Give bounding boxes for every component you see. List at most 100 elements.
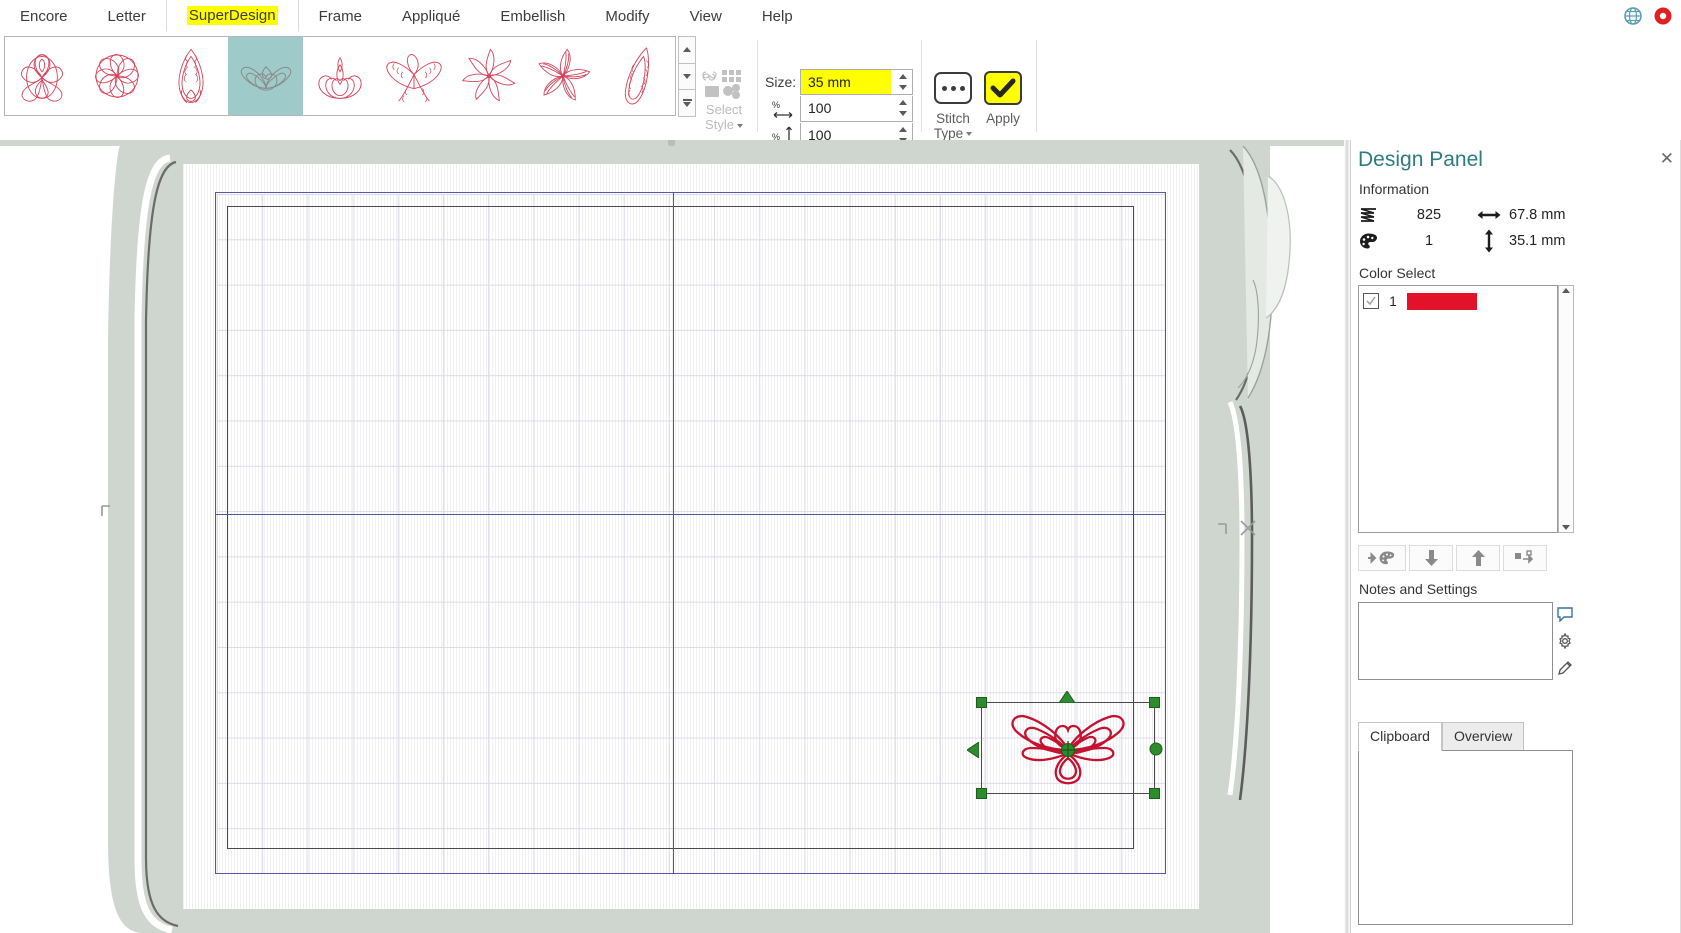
move-down-button[interactable] bbox=[1409, 545, 1453, 571]
handle-top-left[interactable] bbox=[976, 697, 987, 708]
width-value: 67.8 mm bbox=[1509, 207, 1566, 223]
select-style-icon bbox=[702, 70, 741, 99]
clipboard-panel-body[interactable] bbox=[1358, 750, 1573, 925]
tab-clipboard[interactable]: Clipboard bbox=[1358, 722, 1442, 751]
superdesign-thumb-9[interactable] bbox=[601, 37, 675, 115]
globe-icon[interactable] bbox=[1623, 6, 1643, 26]
handle-middle-right[interactable] bbox=[1149, 742, 1163, 756]
close-icon[interactable]: ✕ bbox=[1660, 150, 1674, 167]
pencil-icon bbox=[1558, 661, 1572, 675]
spinner-up-icon[interactable] bbox=[898, 126, 907, 132]
check-icon bbox=[984, 71, 1022, 105]
menu-item-view[interactable]: View bbox=[670, 0, 742, 32]
menu-label: SuperDesign bbox=[186, 6, 278, 25]
info-row-stitches: 825 67.8 mm bbox=[1359, 202, 1609, 228]
menu-label: Help bbox=[761, 7, 793, 25]
menu-item-applique[interactable]: Appliqué bbox=[382, 0, 480, 32]
width-arrow-icon bbox=[1477, 211, 1501, 219]
design-panel: Design Panel ✕ Information 825 67.8 mm 1… bbox=[1350, 140, 1681, 933]
superdesign-gallery[interactable] bbox=[4, 36, 676, 116]
menu-item-encore[interactable]: Encore bbox=[0, 0, 88, 32]
spinner-arrows[interactable] bbox=[896, 71, 909, 94]
color-list-scrollbar[interactable] bbox=[1558, 285, 1574, 533]
superdesign-thumb-2[interactable] bbox=[79, 37, 153, 115]
color-visible-checkbox[interactable] bbox=[1363, 293, 1379, 309]
ribbon-separator-3 bbox=[1036, 40, 1037, 132]
gallery-expand-button[interactable] bbox=[678, 89, 696, 118]
handle-bottom-left[interactable] bbox=[976, 788, 987, 799]
menu-item-modify[interactable]: Modify bbox=[585, 0, 669, 32]
design-canvas[interactable] bbox=[0, 140, 1350, 933]
menu-label: Letter bbox=[107, 7, 146, 25]
horizontal-center-axis bbox=[215, 514, 1166, 515]
scroll-up-icon[interactable] bbox=[1562, 288, 1570, 293]
menu-label: Encore bbox=[20, 7, 68, 25]
color-select-list[interactable]: 1 bbox=[1358, 285, 1558, 533]
spinner-up-icon[interactable] bbox=[898, 99, 907, 105]
panel-tabs: Clipboard Overview bbox=[1358, 722, 1525, 751]
superdesign-thumb-7[interactable] bbox=[452, 37, 526, 115]
chevron-down-icon bbox=[966, 132, 973, 137]
menu-item-superdesign[interactable]: SuperDesign bbox=[165, 0, 299, 32]
multiple-select-button[interactable] bbox=[1503, 545, 1547, 571]
move-up-button[interactable] bbox=[1456, 545, 1500, 571]
handle-top-center[interactable] bbox=[1059, 691, 1075, 703]
menu-label: Frame bbox=[318, 7, 362, 25]
stitch-type-icon-wrap bbox=[931, 68, 975, 108]
color-swatch[interactable] bbox=[1407, 292, 1477, 310]
size-label: Size: bbox=[765, 73, 797, 90]
height-arrow-icon bbox=[1485, 229, 1493, 253]
gallery-scroll-down-button[interactable] bbox=[678, 62, 696, 91]
size-mm-input[interactable] bbox=[801, 69, 891, 94]
hoop-fabric-area[interactable] bbox=[183, 164, 1199, 909]
superdesign-thumb-4[interactable] bbox=[228, 37, 303, 115]
notes-button[interactable] bbox=[1555, 602, 1575, 626]
scroll-down-icon bbox=[683, 74, 691, 79]
color-list-item[interactable]: 1 bbox=[1359, 286, 1557, 313]
application-window: Encore Letter SuperDesign Frame Appliqué… bbox=[0, 0, 1681, 933]
superdesign-thumb-5[interactable] bbox=[303, 37, 377, 115]
edit-button[interactable] bbox=[1555, 656, 1575, 680]
stitch-count-value: 825 bbox=[1416, 207, 1442, 223]
notes-textarea[interactable] bbox=[1358, 602, 1553, 680]
scroll-down-icon[interactable] bbox=[1562, 525, 1570, 530]
handle-bottom-right[interactable] bbox=[1149, 788, 1160, 799]
percent-width-spinner[interactable] bbox=[800, 95, 913, 122]
apply-button[interactable]: Apply bbox=[972, 68, 1034, 126]
tab-overview[interactable]: Overview bbox=[1441, 722, 1525, 751]
rotation-center-icon[interactable] bbox=[1059, 741, 1077, 759]
settings-button[interactable] bbox=[1555, 629, 1575, 653]
select-style-button[interactable]: Select Style bbox=[700, 68, 748, 132]
menu-item-letter[interactable]: Letter bbox=[88, 0, 166, 32]
superdesign-thumb-6[interactable] bbox=[377, 37, 451, 115]
percent-width-input[interactable] bbox=[801, 96, 891, 120]
menu-item-frame[interactable]: Frame bbox=[299, 0, 382, 32]
arrow-palette-icon bbox=[1368, 551, 1395, 565]
record-icon[interactable] bbox=[1653, 6, 1673, 26]
handle-top-right[interactable] bbox=[1149, 697, 1160, 708]
information-grid: 825 67.8 mm 1 35.1 mm bbox=[1359, 202, 1609, 254]
menu-label: Embellish bbox=[500, 7, 566, 25]
menu-item-embellish[interactable]: Embellish bbox=[480, 0, 585, 32]
gallery-scrollbar[interactable] bbox=[678, 36, 696, 118]
spinner-up-icon[interactable] bbox=[898, 73, 907, 79]
change-color-button[interactable] bbox=[1358, 545, 1406, 571]
superdesign-thumb-8[interactable] bbox=[526, 37, 600, 115]
color-index: 1 bbox=[1389, 293, 1397, 309]
superdesign-thumb-3[interactable] bbox=[154, 37, 228, 115]
right-hoop-bracket-icon bbox=[1218, 523, 1227, 534]
apply-icon-wrap bbox=[981, 68, 1025, 108]
left-hoop-bracket-icon bbox=[101, 505, 110, 516]
superdesign-thumb-1[interactable] bbox=[5, 37, 79, 115]
gallery-scroll-up-button[interactable] bbox=[678, 36, 696, 64]
spinner-down-icon[interactable] bbox=[898, 85, 907, 91]
info-row-colors: 1 35.1 mm bbox=[1359, 228, 1609, 254]
menu-item-help[interactable]: Help bbox=[742, 0, 813, 32]
size-mm-spinner[interactable] bbox=[800, 68, 913, 95]
vertical-center-axis bbox=[673, 192, 674, 874]
handle-middle-left[interactable] bbox=[967, 742, 979, 758]
spinner-arrows[interactable] bbox=[896, 97, 909, 120]
spinner-down-icon[interactable] bbox=[898, 111, 907, 117]
selected-design[interactable] bbox=[967, 691, 1163, 799]
arrow-up-icon bbox=[1471, 550, 1485, 566]
